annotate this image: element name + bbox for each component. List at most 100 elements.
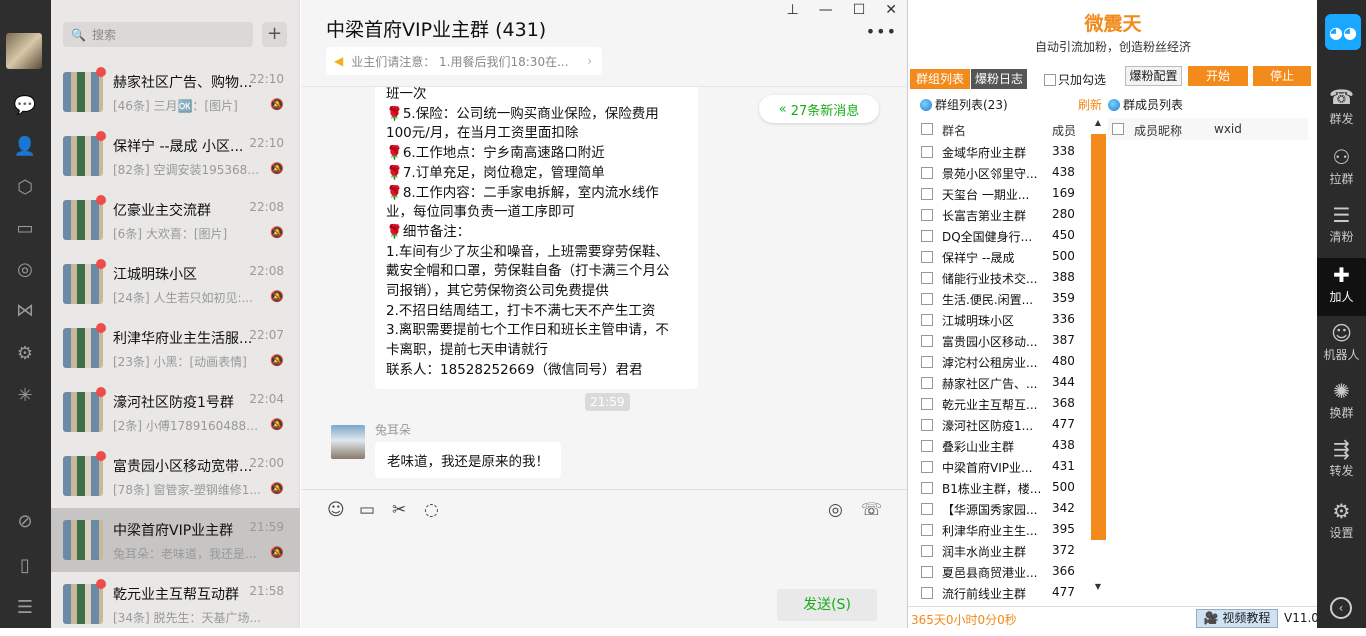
row-checkbox[interactable] <box>921 272 933 284</box>
link-icon[interactable]: ⊘ <box>12 508 38 534</box>
row-checkbox[interactable] <box>921 230 933 242</box>
stop-button[interactable]: 停止 <box>1253 66 1311 86</box>
refresh-link[interactable]: 刷新 <box>1078 96 1102 113</box>
table-row[interactable]: 乾元业主互帮互... 368 <box>918 394 1088 415</box>
table-row[interactable]: DQ全国健身行... 450 <box>918 226 1088 247</box>
row-checkbox[interactable] <box>921 545 933 557</box>
scrollbar-thumb[interactable] <box>1091 134 1106 540</box>
emoji-icon[interactable]: ☺ <box>327 500 345 520</box>
chat-item[interactable]: 乾元业主互帮互动群 21:58 [34条] 脱先生：天基广场... <box>51 572 300 636</box>
table-row[interactable]: 夏邑县商贸港业... 366 <box>918 562 1088 583</box>
chat-item[interactable]: 赫家社区广告、购物... 22:10 [46条] 三月🆗：[图片] 🔕 <box>51 60 300 124</box>
search-input[interactable]: 🔍 搜索 <box>63 22 253 47</box>
file-icon[interactable]: ▭ <box>359 500 375 520</box>
new-messages-button[interactable]: « 27条新消息 <box>759 95 879 123</box>
chat-item[interactable]: 利津华府业主生活服... 22:07 [23条] 小黑：[动画表情] 🔕 <box>51 316 300 380</box>
table-row[interactable]: 生活.便民.闲置... 359 <box>918 289 1088 310</box>
row-checkbox[interactable] <box>921 209 933 221</box>
menu-icon[interactable]: ☰ <box>12 594 38 620</box>
table-row[interactable]: 中梁首府VIP业... 431 <box>918 457 1088 478</box>
chat-item[interactable]: 保祥宁 --晟成 小区... 22:10 [82条] 空调安装1953688..… <box>51 124 300 188</box>
group-notice[interactable]: ◀ 业主们请注意： 1.用餐后我们18:30在... › <box>326 47 602 75</box>
live-icon[interactable]: ◎ <box>828 500 843 520</box>
row-checkbox[interactable] <box>921 566 933 578</box>
row-checkbox[interactable] <box>921 167 933 179</box>
sender-avatar[interactable] <box>331 425 365 459</box>
sidebar-item-clean-fans[interactable]: ☰ 清粉 <box>1317 198 1366 256</box>
table-row[interactable]: 储能行业技术交... 388 <box>918 268 1088 289</box>
table-row[interactable]: 景苑小区邻里守... 438 <box>918 163 1088 184</box>
phone-icon[interactable]: ▯ <box>12 552 38 578</box>
table-row[interactable]: 利津华府业主生... 395 <box>918 520 1088 541</box>
row-checkbox[interactable] <box>921 524 933 536</box>
table-row[interactable]: 长富吉第业主群 280 <box>918 205 1088 226</box>
only-checked-checkbox[interactable]: 只加勾选 <box>1044 71 1106 88</box>
scroll-up-icon[interactable]: ▲ <box>1089 118 1107 134</box>
row-checkbox[interactable] <box>921 398 933 410</box>
table-row[interactable]: 滹沱村公租房业... 480 <box>918 352 1088 373</box>
start-button[interactable]: 开始 <box>1188 66 1248 86</box>
table-row[interactable]: 赫家社区广告、... 344 <box>918 373 1088 394</box>
chat-item[interactable]: 濠河社区防疫1号群 22:04 [2条] 小傅17891604882... 🔕 <box>51 380 300 444</box>
settings-gear-icon[interactable]: ⚙ <box>12 340 38 366</box>
favorites-icon[interactable]: ⬡ <box>12 174 38 200</box>
sidebar-item-add-people[interactable]: ✚ 加人 <box>1317 258 1366 316</box>
video-tutorial-button[interactable]: 🎥 视频教程 <box>1196 609 1278 628</box>
sidebar-item-pull-group[interactable]: ⚇ 拉群 <box>1317 140 1366 198</box>
voice-call-icon[interactable]: ☏ <box>861 500 882 520</box>
select-all-members-checkbox[interactable] <box>1112 123 1124 135</box>
more-options-icon[interactable]: ••• <box>866 22 897 41</box>
row-checkbox[interactable] <box>921 377 933 389</box>
row-checkbox[interactable] <box>921 503 933 515</box>
row-checkbox[interactable] <box>921 356 933 368</box>
scissors-icon[interactable]: ✂ <box>392 500 406 520</box>
table-row[interactable]: 流行前线业主群 477 <box>918 583 1088 604</box>
chat-item[interactable]: 富贵园小区移动宽带... 22:00 [78条] 窗管家-塑钢维修1... 🔕 <box>51 444 300 508</box>
row-checkbox[interactable] <box>921 440 933 452</box>
message-bubble[interactable]: 老味道，我还是原来的我！ <box>375 442 561 478</box>
chat-item[interactable]: 亿豪业主交流群 22:08 [6条] 大欢喜：[图片] 🔕 <box>51 188 300 252</box>
tab-fan-log[interactable]: 爆粉日志 <box>971 69 1027 89</box>
maximize-icon[interactable]: ☐ <box>853 2 866 18</box>
mini-program-icon[interactable]: ⋈ <box>12 297 38 323</box>
row-checkbox[interactable] <box>921 419 933 431</box>
close-icon[interactable]: ✕ <box>885 2 897 18</box>
row-checkbox[interactable] <box>921 461 933 473</box>
user-avatar[interactable] <box>6 33 42 69</box>
chat-item-selected[interactable]: 中梁首府VIP业主群 21:59 兔耳朵：老味道，我还是... 🔕 <box>51 508 300 572</box>
scroll-down-icon[interactable]: ▼ <box>1089 582 1107 598</box>
row-checkbox[interactable] <box>921 482 933 494</box>
row-checkbox[interactable] <box>921 314 933 326</box>
moments-icon[interactable]: ◎ <box>12 256 38 282</box>
table-row[interactable]: 【华源国秀家园... 342 <box>918 499 1088 520</box>
table-row[interactable]: 保祥宁 --晟成 500 <box>918 247 1088 268</box>
channels-icon[interactable]: ✳ <box>12 382 38 408</box>
row-checkbox[interactable] <box>921 293 933 305</box>
contacts-icon[interactable]: 👤 <box>12 133 38 159</box>
table-row[interactable]: 叠彩山业主群 438 <box>918 436 1088 457</box>
send-button[interactable]: 发送(S) <box>777 589 877 621</box>
row-checkbox[interactable] <box>921 587 933 599</box>
message-area[interactable]: 班一次 🌹5.保险：公司统一购买商业保险，保险费用 100元/月，在当月工资里面… <box>301 86 907 488</box>
back-icon[interactable]: ‹ <box>1330 597 1352 619</box>
table-row[interactable]: 润丰水尚业主群 372 <box>918 541 1088 562</box>
row-checkbox[interactable] <box>921 146 933 158</box>
row-checkbox[interactable] <box>921 251 933 263</box>
table-row[interactable]: 富贵园小区移动... 387 <box>918 331 1088 352</box>
row-checkbox[interactable] <box>921 188 933 200</box>
message-bubble[interactable]: 班一次 🌹5.保险：公司统一购买商业保险，保险费用 100元/月，在当月工资里面… <box>375 87 698 389</box>
sidebar-item-settings[interactable]: ⚙ 设置 <box>1317 494 1366 552</box>
row-checkbox[interactable] <box>921 335 933 347</box>
sidebar-item-switch-group[interactable]: ✺ 换群 <box>1317 374 1366 432</box>
select-all-checkbox[interactable] <box>921 123 933 135</box>
sidebar-item-robot[interactable]: ☺ 机器人 <box>1317 316 1366 374</box>
config-button[interactable]: 爆粉配置 <box>1125 66 1182 86</box>
folder-icon[interactable]: ▭ <box>12 215 38 241</box>
add-button[interactable]: + <box>262 22 287 47</box>
sidebar-item-mass-send[interactable]: ☎ 群发 <box>1317 80 1366 138</box>
table-row[interactable]: 濠河社区防疫1... 477 <box>918 415 1088 436</box>
tab-group-list[interactable]: 群组列表 <box>910 69 970 89</box>
chat-icon[interactable]: 💬 <box>12 92 38 118</box>
table-row[interactable]: 天玺台 一期业... 169 <box>918 184 1088 205</box>
pin-icon[interactable]: ⊥ <box>787 2 799 18</box>
